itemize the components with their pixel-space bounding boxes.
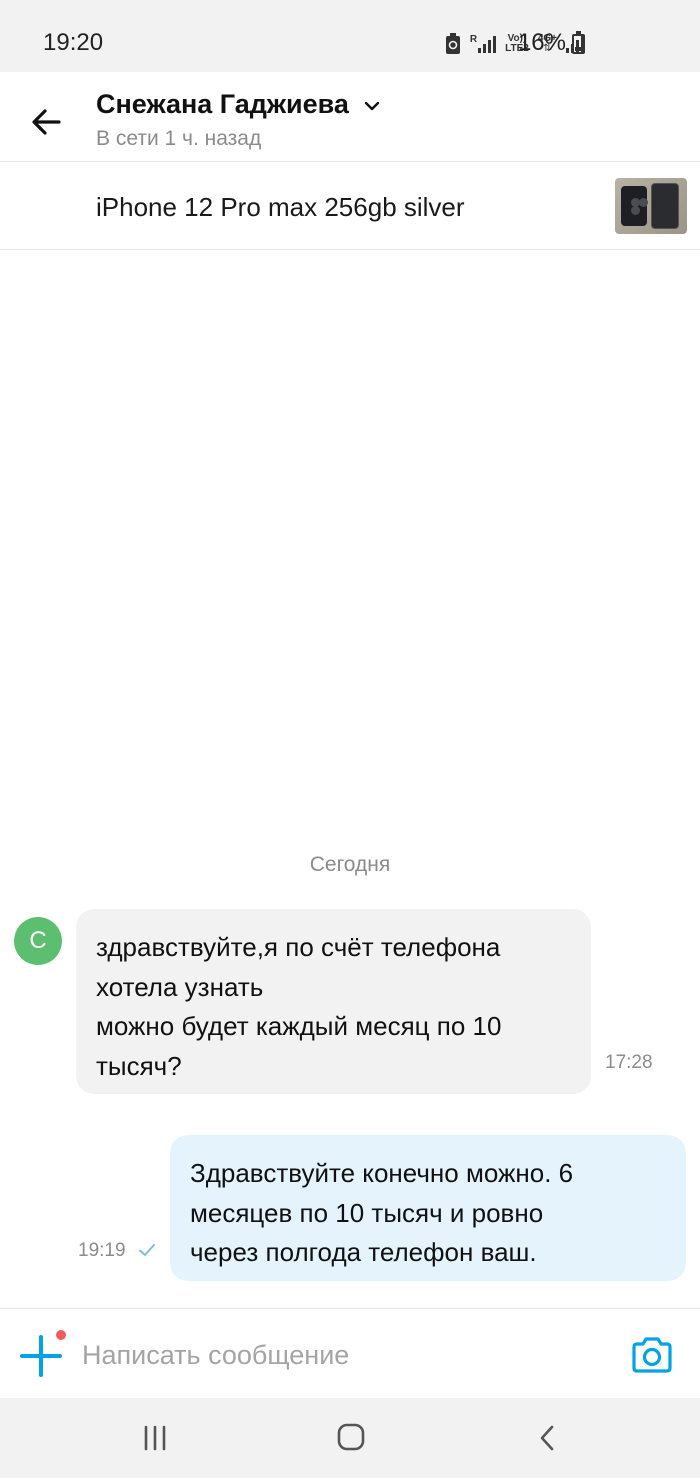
phone-image-back — [621, 186, 647, 226]
message-text-line: месяцев по 10 тысяч и ровно — [190, 1197, 544, 1228]
message-time: 19:19 — [78, 1240, 126, 1261]
listing-title[interactable]: iPhone 12 Pro max 256gb silver — [96, 192, 465, 223]
sim1-signal: R — [469, 34, 497, 53]
message-text-line: через полгода телефон ваш. — [190, 1237, 537, 1267]
message-bubble-incoming[interactable]: здравствуйте,я по счёт телефона хотела у… — [76, 909, 591, 1094]
message-text-line: Здравствуйте конечно можно. 6 — [190, 1158, 574, 1188]
status-indicators: R Vo)) LTE2 4G+ ⇅ — [445, 30, 588, 58]
notification-dot — [54, 1328, 68, 1342]
listing-bar[interactable]: iPhone 12 Pro max 256gb silver — [0, 162, 700, 250]
message-text-line: здравствуйте,я по счёт телефона — [96, 932, 501, 962]
roaming-label: R — [469, 34, 478, 45]
battery-icon — [572, 31, 585, 54]
home-icon[interactable] — [336, 1422, 366, 1452]
message-bubble-outgoing[interactable]: Здравствуйте конечно можно. 6 месяцев по… — [170, 1135, 686, 1281]
back-nav-icon[interactable] — [536, 1423, 558, 1453]
contact-name[interactable]: Снежана Гаджиева — [96, 89, 349, 120]
contact-status: В сети 1 ч. назад — [96, 127, 262, 150]
date-separator: Сегодня — [309, 853, 391, 876]
recent-apps-icon[interactable] — [140, 1424, 170, 1452]
battery-percent: 16% — [517, 29, 566, 56]
phone-image-front — [651, 183, 679, 229]
message-text-line: хотела узнать — [96, 971, 264, 1002]
data-saver-icon — [445, 33, 460, 54]
check-icon — [139, 1244, 155, 1256]
message-time: 17:28 — [605, 1052, 653, 1073]
arrow-left-icon[interactable] — [26, 102, 66, 142]
status-bar: 19:20 R Vo)) LTE2 4G+ ⇅ 16% — [0, 0, 700, 72]
chevron-down-icon[interactable] — [362, 96, 382, 116]
message-text-line: тысяч? — [96, 1050, 182, 1081]
message-input[interactable] — [82, 1333, 602, 1377]
status-time: 19:20 — [43, 29, 104, 56]
message-text-line: можно будет каждый месяц по 10 — [96, 1011, 502, 1041]
system-nav-bar — [0, 1398, 700, 1478]
signal-icon — [478, 35, 497, 53]
listing-thumbnail[interactable] — [615, 178, 687, 234]
camera-icon[interactable] — [630, 1335, 674, 1375]
chat-header: Снежана Гаджиева В сети 1 ч. назад — [0, 72, 700, 162]
avatar[interactable]: С — [14, 917, 62, 965]
message-composer — [0, 1308, 700, 1398]
